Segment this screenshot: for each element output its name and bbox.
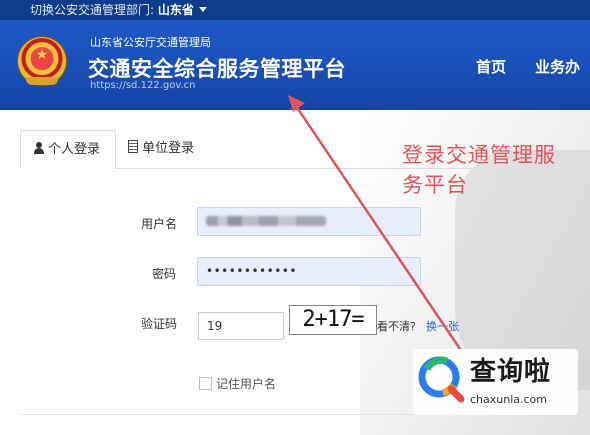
watermark-url: chaxunla.com xyxy=(470,393,547,406)
watermark-text: 查询啦 xyxy=(470,357,552,387)
magnifier-logo-icon xyxy=(418,356,465,403)
